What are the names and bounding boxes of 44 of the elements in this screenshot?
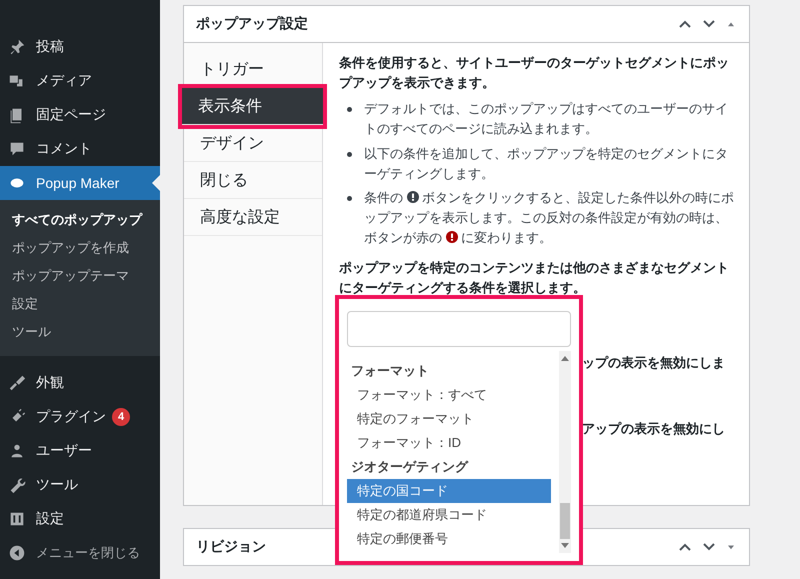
sidebar-menu-item[interactable]: コメント <box>0 132 160 166</box>
sidebar-menu-item[interactable]: メディア <box>0 64 160 98</box>
menu-icon <box>8 374 26 392</box>
option-group-label: ジオターゲティング <box>350 458 470 476</box>
scroll-down-icon[interactable] <box>561 543 569 549</box>
dropdown-option[interactable]: 特定の都道府県コード <box>347 503 551 527</box>
search-field[interactable] <box>347 311 571 347</box>
submenu-item[interactable]: ポップアップテーマ <box>0 262 160 290</box>
sidebar-menu-item[interactable]: Popup Maker <box>0 166 160 200</box>
update-count-badge: 4 <box>112 408 130 426</box>
scroll-up-icon[interactable] <box>561 355 569 361</box>
sidebar-menu-item[interactable]: 設定 <box>0 502 160 536</box>
bullet-text: 以下の条件を追加して、ポップアップを特定のセグメントにターゲティングします。 <box>364 144 729 183</box>
menu-icon <box>8 510 26 528</box>
dropdown-option[interactable]: フォーマット：ID <box>347 431 551 455</box>
panel-title: ポップアップ設定 <box>196 15 308 33</box>
menu-icon <box>8 38 26 56</box>
submenu-item[interactable]: 設定 <box>0 290 160 318</box>
bullet-text: デフォルトでは、このポップアップはすべてのユーザーのサイトのすべてのページに読み込まれます。 <box>364 100 729 138</box>
intro-text: 条件を使用すると、サイトユーザーのターゲットセグメントにポップアップを表示できます。 <box>339 54 730 92</box>
condition-text: ップの表示を無効にしま <box>582 354 726 372</box>
prompt-text: ポップアップを特定のコンテンツまたは他のさまざまなセグメントにターゲティングする条件を選択します。 <box>339 259 730 298</box>
sidebar-menu-item[interactable]: メニューを閉じる <box>0 536 160 570</box>
dropdown-option[interactable]: 特定の国コード <box>347 479 551 503</box>
sidebar-menu-item[interactable]: 固定ページ <box>0 98 160 132</box>
sidebar-menu-item[interactable]: 外観 <box>0 366 160 400</box>
submenu-item[interactable]: すべてのポップアップ <box>0 206 160 234</box>
dropdown-option[interactable]: 特定の郵便番号 <box>347 527 551 551</box>
sidebar-menu-item[interactable]: ツール <box>0 468 160 502</box>
panel-title: リビジョン <box>196 538 266 556</box>
sidebar-menu-item[interactable]: プラグイン 4 <box>0 400 160 434</box>
menu-icon <box>8 140 26 158</box>
sidebar-menu-item[interactable]: ユーザー <box>0 434 160 468</box>
dropdown-option[interactable]: フォーマット：すべて <box>347 383 551 407</box>
bullet-text: 条件の ボタンをクリックすると、設定した条件以外の時にポップアップを表示します。この反対の条件設定が有効の時は、ボタンが赤の に変わります。 <box>364 188 735 248</box>
menu-icon <box>8 544 26 562</box>
submenu-item[interactable]: ツール <box>0 318 160 346</box>
menu-icon <box>8 476 26 494</box>
scrollbar-thumb[interactable] <box>560 503 570 539</box>
sidebar-menu-item[interactable]: 投稿 <box>0 30 160 64</box>
condition-text: アップの表示を無効にし <box>582 420 726 438</box>
submenu-item[interactable]: ポップアップを作成 <box>0 234 160 262</box>
option-group-label: フォーマット <box>350 362 430 380</box>
dropdown-option[interactable]: 特定のフォーマット <box>347 407 551 431</box>
